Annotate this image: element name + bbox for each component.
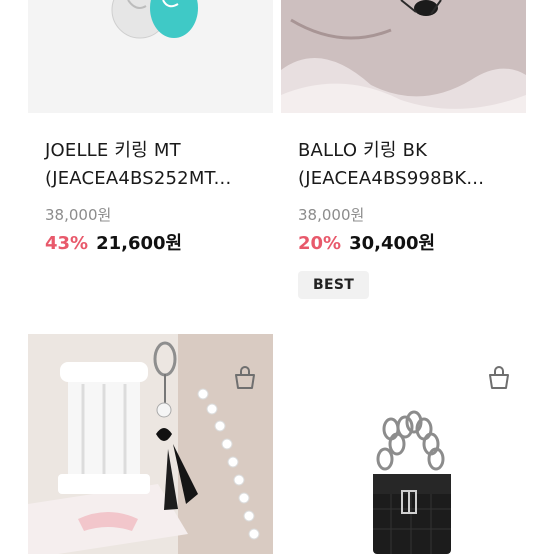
product-name-line2[interactable]: (JEACEA4BS252MT...	[45, 165, 231, 193]
shopping-bag-icon[interactable]	[231, 364, 259, 390]
original-price: 38,000원	[45, 206, 112, 224]
product-image-ballo[interactable]	[281, 0, 526, 113]
product-name-line1[interactable]: JOELLE 키링 MT	[45, 137, 181, 165]
product-card-joelle[interactable]: JOELLE 키링 MT (JEACEA4BS252MT... 38,000원 …	[0, 0, 277, 320]
product-image-4[interactable]	[281, 334, 526, 554]
shopping-bag-icon[interactable]	[485, 364, 513, 390]
best-badge: BEST	[298, 271, 370, 299]
discount-rate: 43%	[45, 233, 89, 254]
product-card-ballo[interactable]: BALLO 키링 BK (JEACEA4BS998BK... 38,000원 2…	[277, 0, 554, 320]
product-name-line2[interactable]: (JEACEA4BS998BK...	[298, 165, 484, 193]
discount-rate: 20%	[298, 233, 342, 254]
sale-price: 21,600원	[96, 233, 183, 254]
sale-price: 30,400원	[349, 233, 436, 254]
product-image-3[interactable]	[28, 334, 273, 554]
original-price: 38,000원	[298, 206, 365, 224]
product-card-3[interactable]	[0, 334, 277, 554]
product-card-4[interactable]	[277, 334, 554, 554]
product-name-line1[interactable]: BALLO 키링 BK	[298, 137, 427, 165]
product-image-joelle[interactable]	[28, 0, 273, 113]
price-row: 20% 30,400원	[298, 229, 435, 255]
price-row: 43% 21,600원	[45, 229, 182, 255]
